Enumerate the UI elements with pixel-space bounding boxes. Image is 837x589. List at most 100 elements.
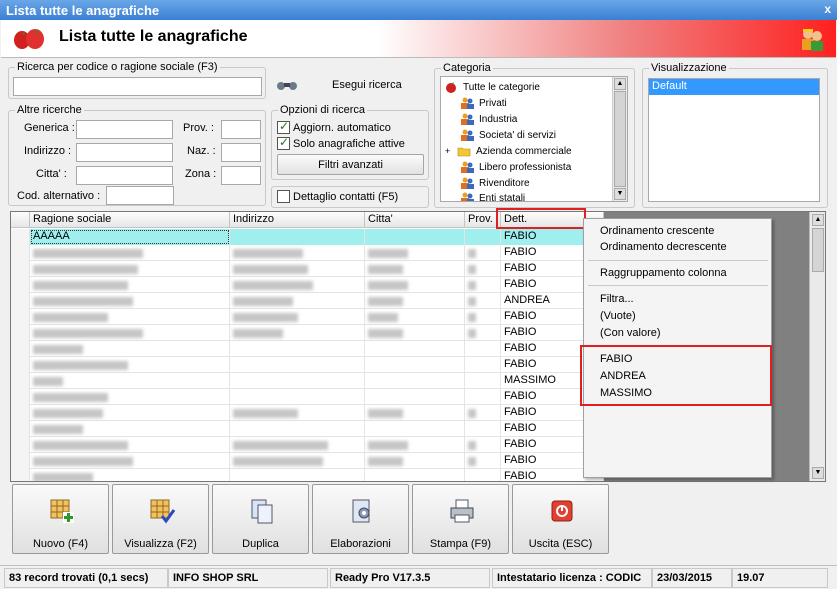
table-cell[interactable]: [230, 277, 365, 293]
solo-attive-checkbox-box[interactable]: [277, 135, 290, 150]
table-cell[interactable]: [230, 245, 365, 261]
indirizzo-input[interactable]: [76, 143, 173, 162]
tree-item-azienda-commerciale[interactable]: + Azienda commerciale: [445, 143, 572, 159]
table-row[interactable]: FABIO: [11, 357, 604, 373]
table-cell[interactable]: [365, 357, 465, 373]
scroll-thumb[interactable]: [614, 91, 626, 187]
table-cell[interactable]: [365, 325, 465, 341]
table-cell[interactable]: [465, 309, 501, 325]
grid-scroll-thumb[interactable]: [812, 228, 824, 272]
table-cell[interactable]: [365, 389, 465, 405]
row-indicator[interactable]: [11, 325, 30, 341]
table-cell[interactable]: [365, 293, 465, 309]
aggiorn-automatico-checkbox[interactable]: Aggiorn. automatico: [277, 119, 391, 134]
menu-item-sort-desc[interactable]: Ordinamento decrescente: [600, 241, 727, 253]
table-cell[interactable]: [465, 341, 501, 357]
grid-scroll-down-icon[interactable]: ▼: [812, 467, 824, 479]
table-cell[interactable]: [465, 293, 501, 309]
table-row[interactable]: FABIO: [11, 277, 604, 293]
table-cell[interactable]: [230, 421, 365, 437]
visualizza-button[interactable]: Visualizza (F2): [112, 484, 209, 554]
table-cell[interactable]: [365, 229, 465, 245]
scroll-up-icon[interactable]: ▲: [614, 78, 626, 90]
table-row[interactable]: FABIO: [11, 453, 604, 469]
grid-scrollbar[interactable]: ▲ ▼: [809, 212, 825, 481]
table-cell[interactable]: [30, 389, 230, 405]
table-row[interactable]: FABIO: [11, 389, 604, 405]
table-cell[interactable]: [365, 261, 465, 277]
table-cell[interactable]: [230, 309, 365, 325]
visualizzazione-list[interactable]: Default: [648, 78, 820, 202]
table-cell[interactable]: [465, 405, 501, 421]
table-row[interactable]: FABIO: [11, 309, 604, 325]
table-cell[interactable]: [230, 405, 365, 421]
table-cell[interactable]: [30, 437, 230, 453]
tree-item-privati[interactable]: Privati: [460, 95, 507, 111]
category-tree[interactable]: Tutte le categorie Privati Industria Soc…: [440, 76, 628, 202]
table-cell[interactable]: [365, 373, 465, 389]
close-icon[interactable]: x: [824, 2, 831, 16]
table-cell[interactable]: [230, 341, 365, 357]
table-row[interactable]: FABIO: [11, 341, 604, 357]
table-cell[interactable]: [465, 469, 501, 481]
tree-item-industria[interactable]: Industria: [460, 111, 517, 127]
zona-input[interactable]: [221, 166, 261, 185]
table-row[interactable]: FABIO: [11, 437, 604, 453]
menu-item-sort-asc[interactable]: Ordinamento crescente: [600, 225, 714, 237]
scroll-down-icon[interactable]: ▼: [614, 188, 626, 200]
column-header-citta[interactable]: Citta': [365, 212, 465, 228]
row-indicator[interactable]: [11, 453, 30, 469]
menu-item-empty[interactable]: (Vuote): [600, 310, 636, 322]
table-cell[interactable]: [365, 341, 465, 357]
table-cell[interactable]: [365, 421, 465, 437]
row-indicator[interactable]: [11, 229, 30, 245]
cod-alternativo-input[interactable]: [106, 186, 174, 205]
table-cell[interactable]: [230, 453, 365, 469]
table-cell[interactable]: [465, 453, 501, 469]
row-indicator[interactable]: [11, 373, 30, 389]
table-cell[interactable]: [465, 389, 501, 405]
table-row[interactable]: FABIO: [11, 421, 604, 437]
table-cell[interactable]: [465, 261, 501, 277]
table-cell[interactable]: [465, 245, 501, 261]
table-cell[interactable]: [30, 261, 230, 277]
table-cell[interactable]: [465, 373, 501, 389]
table-cell[interactable]: [465, 357, 501, 373]
table-cell[interactable]: [230, 437, 365, 453]
table-cell[interactable]: [365, 309, 465, 325]
tree-item-enti-statali[interactable]: Enti statali: [460, 190, 525, 201]
table-cell[interactable]: [230, 373, 365, 389]
aggiorn-checkbox-box[interactable]: [277, 119, 290, 134]
table-cell[interactable]: [230, 229, 365, 245]
table-row[interactable]: FABIO: [11, 405, 604, 421]
table-cell[interactable]: [465, 437, 501, 453]
expand-icon[interactable]: +: [445, 146, 457, 156]
table-cell[interactable]: [30, 421, 230, 437]
search-button[interactable]: Esegui ricerca: [272, 70, 430, 100]
table-row[interactable]: MASSIMO: [11, 373, 604, 389]
uscita-button[interactable]: Uscita (ESC): [512, 484, 609, 554]
dettaglio-contatti-checkbox[interactable]: Dettaglio contatti (F5): [277, 190, 398, 203]
column-header-indirizzo[interactable]: Indirizzo: [230, 212, 365, 228]
row-indicator[interactable]: [11, 341, 30, 357]
grid-scroll-up-icon[interactable]: ▲: [812, 214, 824, 226]
table-cell[interactable]: [465, 421, 501, 437]
row-indicator[interactable]: [11, 469, 30, 481]
tree-item-libero-professionista[interactable]: Libero professionista: [460, 159, 571, 175]
row-indicator[interactable]: [11, 245, 30, 261]
tree-item-tutte[interactable]: Tutte le categorie: [444, 79, 540, 95]
row-indicator[interactable]: [11, 389, 30, 405]
table-cell[interactable]: [230, 469, 365, 481]
visualizzazione-selected-item[interactable]: Default: [649, 79, 819, 95]
duplica-button[interactable]: Duplica: [212, 484, 309, 554]
row-indicator[interactable]: [11, 405, 30, 421]
row-indicator[interactable]: [11, 309, 30, 325]
table-cell[interactable]: [30, 341, 230, 357]
table-cell[interactable]: [230, 357, 365, 373]
table-cell[interactable]: [365, 437, 465, 453]
table-cell[interactable]: AAAAA: [30, 229, 230, 245]
row-indicator[interactable]: [11, 357, 30, 373]
table-cell[interactable]: [30, 357, 230, 373]
table-cell[interactable]: [30, 373, 230, 389]
menu-item-group-column[interactable]: Raggruppamento colonna: [600, 267, 727, 279]
